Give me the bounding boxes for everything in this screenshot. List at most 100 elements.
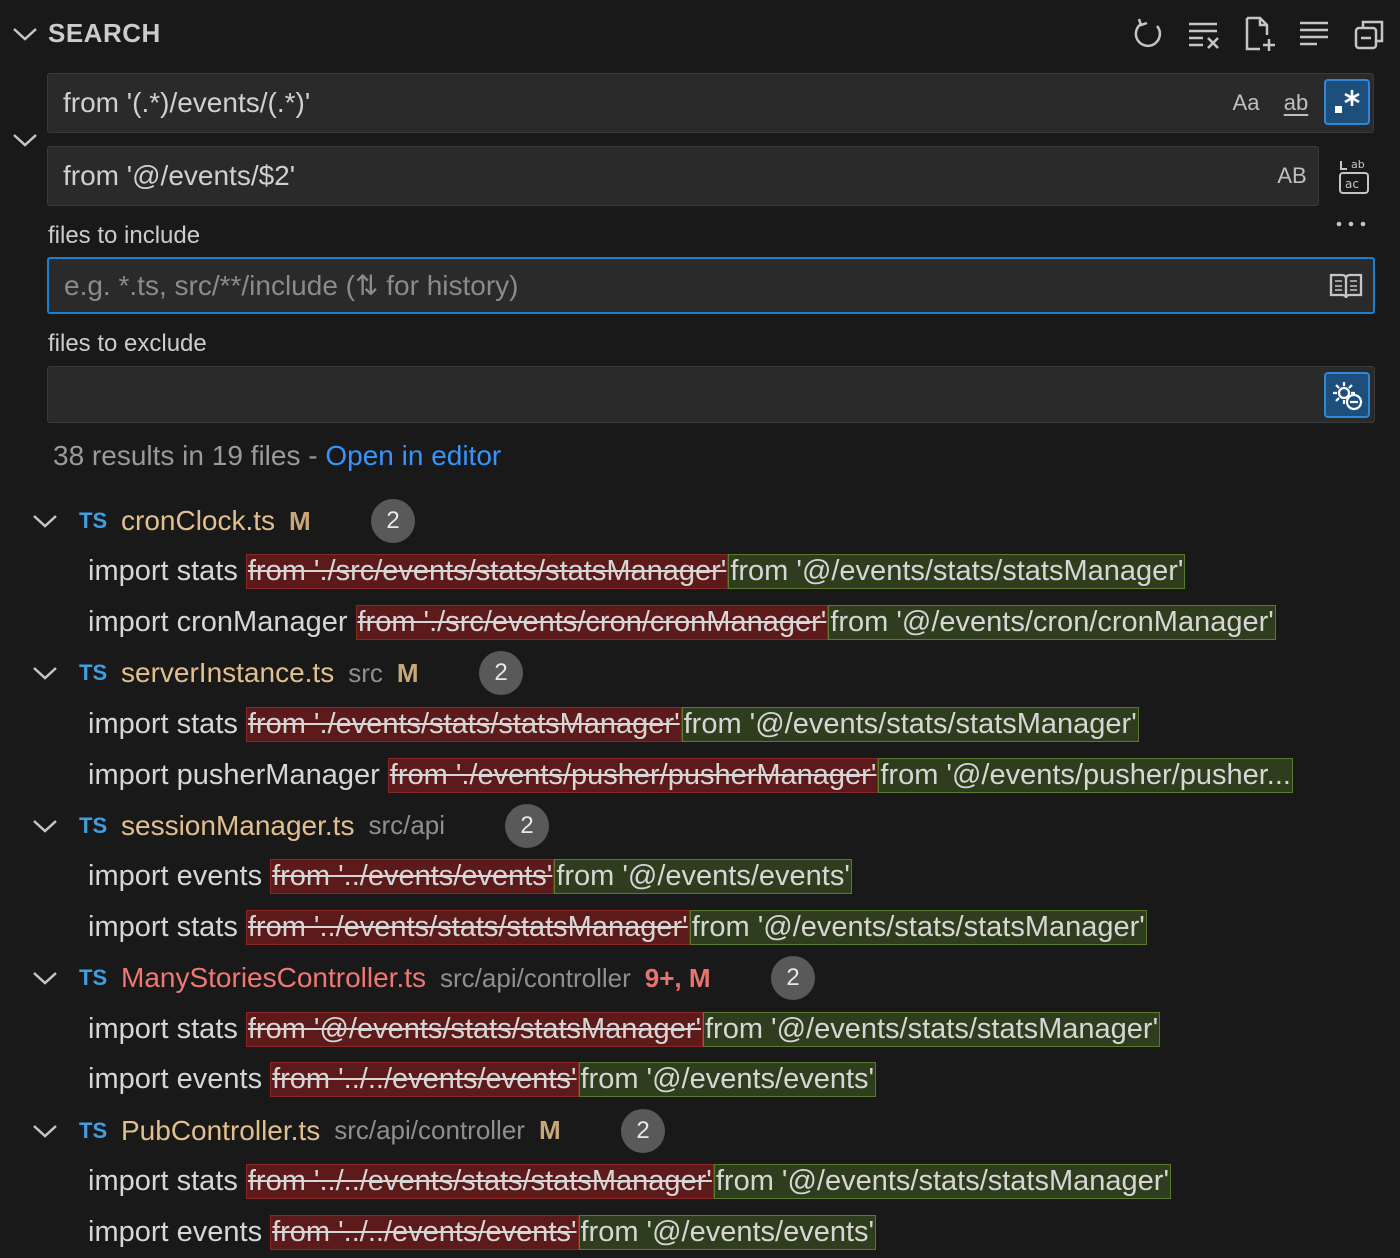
typescript-file-icon: TS	[79, 1117, 108, 1143]
match-added-text: from '@/events/stats/statsManager'	[681, 706, 1139, 742]
match-prefix: import events	[88, 1063, 263, 1096]
typescript-file-icon: TS	[79, 660, 108, 686]
view-as-tree-icon[interactable]	[1294, 14, 1334, 54]
file-expand-chevron-icon[interactable]	[32, 1121, 58, 1141]
typescript-file-icon: TS	[79, 508, 108, 533]
match-row[interactable]: import stats from '@/events/stats/statsMa…	[88, 1005, 1400, 1053]
file-expand-chevron-icon[interactable]	[32, 511, 58, 531]
match-row[interactable]: import pusherManager from './events/pushe…	[88, 751, 1400, 799]
results-summary: 38 results in 19 files - Open in editor	[53, 440, 501, 472]
search-input[interactable]: from '(.*)/events/(.*)'	[47, 73, 1374, 133]
match-count-badge: 2	[505, 803, 549, 848]
files-to-include-input[interactable]: e.g. *.ts, src/**/include (⇅ for history…	[47, 257, 1375, 314]
replace-input[interactable]: from '@/events/$2'	[47, 146, 1319, 206]
match-removed-text: from './events/stats/statsManager'	[245, 706, 682, 742]
file-expand-chevron-icon[interactable]	[32, 663, 58, 683]
match-removed-text: from '../../events/events'	[270, 1062, 579, 1098]
files-to-include-placeholder: e.g. *.ts, src/**/include (⇅ for history…	[64, 270, 519, 301]
file-expand-chevron-icon[interactable]	[32, 968, 58, 988]
match-row[interactable]: import stats from './src/events/stats/sta…	[88, 548, 1400, 596]
match-case-toggle[interactable]: Aa	[1226, 84, 1266, 122]
match-prefix: import stats	[88, 1164, 238, 1197]
refresh-icon[interactable]	[1128, 14, 1168, 54]
match-prefix: import events	[88, 1215, 263, 1248]
panel-title: SEARCH	[48, 18, 161, 48]
file-path: src	[348, 657, 383, 688]
match-row[interactable]: import events from '../../events/events' f…	[88, 1208, 1400, 1256]
search-only-open-editors-icon[interactable]	[1326, 266, 1366, 306]
match-removed-text: from '../events/stats/statsManager'	[245, 909, 690, 945]
file-path: src/api/controller	[334, 1115, 525, 1146]
match-removed-text: from '../../events/stats/statsManager'	[245, 1163, 714, 1199]
gear-exclude-icon	[1333, 382, 1363, 411]
match-whole-word-toggle[interactable]: ab	[1274, 84, 1318, 122]
match-added-text: from '@/events/pusher/pusher...	[878, 757, 1293, 793]
match-added-text: from '@/events/stats/statsManager'	[689, 909, 1147, 945]
typescript-file-icon: TS	[79, 965, 108, 991]
files-to-include-label: files to include	[48, 222, 201, 249]
file-status: 9+, M	[644, 962, 711, 993]
file-status: M	[396, 657, 419, 688]
file-label-group: cronClock.ts M	[121, 505, 311, 537]
files-to-exclude-input[interactable]	[47, 366, 1375, 423]
match-row[interactable]: import stats from '../events/stats/statsM…	[88, 903, 1400, 951]
match-prefix: import stats	[88, 1012, 238, 1045]
match-row[interactable]: import events from '../events/events' from…	[88, 853, 1400, 901]
file-expand-chevron-icon[interactable]	[32, 816, 58, 836]
file-result-row[interactable]: TS cronClock.ts M 2	[0, 497, 1400, 545]
use-exclude-settings-toggle[interactable]	[1324, 372, 1370, 418]
file-status: M	[289, 505, 311, 536]
replace-all-icon[interactable]: ab ac	[1334, 156, 1374, 196]
match-count-badge: 2	[371, 499, 415, 543]
file-name: ManyStoriesController.ts	[121, 962, 427, 994]
use-regex-toggle[interactable]	[1324, 79, 1370, 125]
toggle-search-details-icon[interactable]	[1334, 214, 1370, 234]
match-count-badge: 2	[479, 651, 523, 696]
match-prefix: import cronManager	[88, 606, 348, 639]
match-prefix: import pusherManager	[88, 758, 380, 791]
file-label-group: PubController.ts src/api/controller M	[121, 1115, 561, 1147]
match-removed-text: from '../../events/events'	[270, 1214, 579, 1250]
toggle-replace-chevron-icon[interactable]	[12, 130, 38, 150]
open-in-editor-link[interactable]: Open in editor	[325, 440, 501, 471]
regex-icon	[1335, 90, 1360, 113]
file-label-group: ManyStoriesController.ts src/api/controll…	[121, 962, 711, 994]
match-row[interactable]: import cronManager from './src/events/cro…	[88, 599, 1400, 647]
file-path: src/api	[368, 810, 446, 841]
collapse-all-icon[interactable]	[1350, 14, 1390, 54]
search-input-value: from '(.*)/events/(.*)'	[63, 87, 311, 118]
match-prefix: import stats	[88, 707, 238, 740]
match-added-text: from '@/events/events'	[578, 1062, 877, 1098]
typescript-file-icon: TS	[79, 812, 108, 838]
match-row[interactable]: import stats from './events/stats/statsMa…	[88, 700, 1400, 748]
match-row[interactable]: import events from '../../events/events' f…	[88, 1056, 1400, 1104]
match-removed-text: from './events/pusher/pusherManager'	[387, 757, 879, 793]
files-to-exclude-label: files to exclude	[48, 330, 207, 357]
file-result-row[interactable]: TS PubController.ts src/api/controller M 2	[0, 1107, 1400, 1155]
match-added-text: from '@/events/events'	[578, 1214, 877, 1250]
file-name: PubController.ts	[121, 1114, 321, 1146]
match-removed-text: from '../events/events'	[270, 859, 555, 895]
new-search-editor-icon[interactable]	[1240, 14, 1280, 54]
clear-results-icon[interactable]	[1184, 14, 1224, 54]
match-added-text: from '@/events/cron/cronManager'	[828, 605, 1276, 641]
match-prefix: import stats	[88, 555, 238, 588]
match-added-text: from '@/events/stats/statsManager'	[728, 554, 1186, 590]
file-label-group: serverInstance.ts src M	[121, 657, 419, 689]
file-status: M	[538, 1115, 561, 1146]
match-row[interactable]: import stats from '../../events/stats/sta…	[88, 1157, 1400, 1205]
file-result-row[interactable]: TS sessionManager.ts src/api 2	[0, 802, 1400, 850]
match-added-text: from '@/events/stats/statsManager'	[703, 1011, 1161, 1047]
preserve-case-toggle[interactable]: AB	[1270, 157, 1314, 195]
match-prefix: import events	[88, 860, 263, 893]
file-label-group: sessionManager.ts src/api	[121, 810, 445, 842]
match-removed-text: from './src/events/stats/statsManager'	[245, 554, 729, 590]
file-result-row[interactable]: TS ManyStoriesController.ts src/api/contro…	[0, 954, 1400, 1002]
match-added-text: from '@/events/events'	[554, 859, 852, 895]
svg-text:ac: ac	[1345, 177, 1359, 191]
svg-text:ab: ab	[1351, 158, 1365, 171]
match-removed-text: from '@/events/stats/statsManager'	[245, 1011, 703, 1047]
collapse-search-chevron-icon[interactable]	[12, 24, 38, 44]
match-added-text: from '@/events/stats/statsManager'	[713, 1163, 1171, 1199]
file-result-row[interactable]: TS serverInstance.ts src M 2	[0, 649, 1400, 697]
